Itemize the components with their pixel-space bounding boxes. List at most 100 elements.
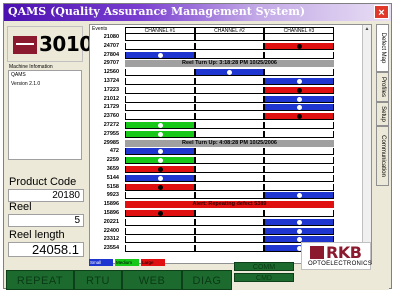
channel-cell[interactable] bbox=[125, 192, 195, 200]
channel-cell[interactable] bbox=[195, 51, 264, 59]
product-code-label: Product Code bbox=[9, 176, 77, 188]
table-row: 20221 bbox=[90, 218, 362, 226]
event-count: 2259 bbox=[106, 157, 119, 164]
channel-cell[interactable] bbox=[125, 148, 195, 156]
table-row: 27804 bbox=[90, 51, 362, 59]
tab-setup[interactable]: Setup bbox=[376, 102, 389, 126]
channel-cell[interactable] bbox=[125, 34, 195, 41]
channel-cell[interactable] bbox=[195, 166, 264, 173]
channel-cell[interactable] bbox=[195, 42, 264, 50]
channel-cell[interactable] bbox=[264, 227, 334, 235]
tab-defect-map[interactable]: Defect Map bbox=[376, 24, 389, 72]
channel-cell[interactable] bbox=[195, 78, 264, 85]
channel-cell[interactable] bbox=[195, 245, 264, 253]
channel-cell[interactable] bbox=[264, 148, 334, 156]
channel-cell[interactable] bbox=[264, 95, 334, 103]
channel-cell[interactable] bbox=[195, 236, 264, 244]
rtu-button[interactable]: RTU bbox=[74, 270, 122, 290]
channel-cell[interactable] bbox=[195, 183, 264, 191]
comm-button[interactable]: COMM bbox=[234, 262, 294, 271]
channel-cell[interactable] bbox=[125, 245, 195, 253]
channel-cell[interactable] bbox=[264, 113, 334, 121]
channel-cell[interactable] bbox=[125, 122, 195, 129]
channel-cell[interactable] bbox=[264, 78, 334, 85]
channel-cell[interactable] bbox=[264, 130, 334, 138]
channel-cell[interactable] bbox=[195, 174, 264, 182]
event-count: 15896 bbox=[103, 210, 119, 216]
channel-cell[interactable] bbox=[195, 227, 264, 235]
channel-cell[interactable] bbox=[264, 69, 334, 77]
channel-cell[interactable] bbox=[125, 51, 195, 59]
channel-cell[interactable] bbox=[264, 166, 334, 173]
tab-profiles[interactable]: Profiles bbox=[376, 72, 389, 102]
channel-cell[interactable] bbox=[264, 174, 334, 182]
channel-cell[interactable] bbox=[264, 210, 334, 217]
channel-cell[interactable] bbox=[264, 122, 334, 129]
channel-cell[interactable] bbox=[125, 218, 195, 226]
channel-cell[interactable] bbox=[195, 130, 264, 138]
channel-cell[interactable] bbox=[125, 210, 195, 217]
event-count: 29707 bbox=[103, 60, 119, 67]
channel-cell[interactable] bbox=[125, 227, 195, 235]
channel-cell[interactable] bbox=[195, 218, 264, 226]
channel-cell[interactable] bbox=[125, 183, 195, 191]
channel-cell[interactable] bbox=[264, 157, 334, 165]
table-row: 24707 bbox=[90, 42, 362, 50]
tab-communication[interactable]: Communication bbox=[376, 126, 389, 186]
channel-cell[interactable] bbox=[264, 104, 334, 112]
channel-cell[interactable] bbox=[195, 157, 264, 165]
diag-button[interactable]: DIAG bbox=[182, 270, 232, 290]
channel-cell[interactable] bbox=[125, 157, 195, 165]
scroll-up-icon[interactable]: ▲ bbox=[363, 25, 371, 34]
channel-cell[interactable] bbox=[125, 78, 195, 85]
channel-cell[interactable] bbox=[264, 34, 334, 41]
grid-scrollbar[interactable]: ▲ ▼ bbox=[362, 25, 371, 263]
web-button[interactable]: WEB bbox=[122, 270, 182, 290]
channel-cell[interactable] bbox=[125, 86, 195, 94]
channel-cell[interactable] bbox=[195, 69, 264, 77]
channel-cell[interactable] bbox=[125, 95, 195, 103]
event-count: 23554 bbox=[103, 245, 119, 252]
channel-cell[interactable] bbox=[264, 218, 334, 226]
channel-cell[interactable] bbox=[264, 51, 334, 59]
channel-cell[interactable] bbox=[125, 166, 195, 173]
info-line: QAMS bbox=[11, 72, 26, 78]
info-line: Version 2.1.0 bbox=[11, 81, 41, 87]
channel-cell[interactable] bbox=[125, 174, 195, 182]
cmd-button[interactable]: CMD bbox=[234, 273, 294, 282]
channel-cell[interactable] bbox=[195, 210, 264, 217]
table-row: 15896 Alert: Repeating defect 5389 bbox=[90, 201, 362, 209]
title-bar: QAMS (Quality Assurance Management Syste… bbox=[4, 4, 391, 21]
channel-cell[interactable] bbox=[195, 104, 264, 112]
channel-cell[interactable] bbox=[125, 42, 195, 50]
close-button[interactable]: × bbox=[374, 5, 389, 19]
channel-cell[interactable] bbox=[125, 69, 195, 77]
channel-cell[interactable] bbox=[264, 192, 334, 200]
channel-cell[interactable] bbox=[125, 130, 195, 138]
channel-cell[interactable] bbox=[195, 95, 264, 103]
channel-cell[interactable] bbox=[125, 113, 195, 121]
defect-dot-icon bbox=[157, 158, 163, 164]
channel-2-header: CHANNEL #2 bbox=[195, 27, 264, 34]
channel-cell[interactable] bbox=[195, 122, 264, 129]
channel-cell[interactable] bbox=[264, 183, 334, 191]
channel-cell[interactable] bbox=[195, 192, 264, 200]
channel-cell[interactable] bbox=[195, 113, 264, 121]
event-count: 17223 bbox=[103, 86, 119, 93]
channel-cell[interactable] bbox=[195, 86, 264, 94]
channel-cell[interactable] bbox=[264, 42, 334, 50]
repeat-button[interactable]: REPEAT bbox=[6, 270, 74, 290]
machine-panel: 3010 Machine Infomation QAMS Version 2.1… bbox=[6, 24, 93, 257]
defect-dot-icon bbox=[157, 52, 163, 58]
legend-medium: Medium bbox=[115, 259, 139, 266]
event-count: 9923 bbox=[106, 192, 119, 199]
event-count: 13724 bbox=[103, 78, 119, 84]
channel-cell[interactable] bbox=[195, 148, 264, 156]
table-row: 5158 bbox=[90, 183, 362, 191]
channel-cell[interactable] bbox=[125, 104, 195, 112]
table-row: 5144 bbox=[90, 174, 362, 182]
table-row: 27272 bbox=[90, 122, 362, 129]
channel-cell[interactable] bbox=[264, 86, 334, 94]
channel-cell[interactable] bbox=[125, 236, 195, 244]
channel-cell[interactable] bbox=[195, 34, 264, 41]
